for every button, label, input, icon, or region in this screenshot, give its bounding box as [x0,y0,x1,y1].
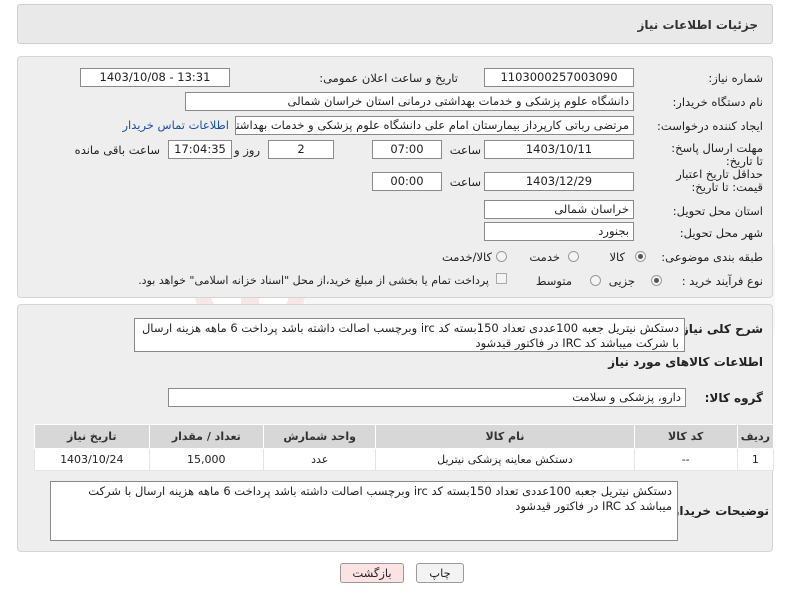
description-textarea: دستکش نیتریل جعبه 100عددی تعداد 150بسته … [134,318,685,352]
province-label: استان محل تحویل: [672,204,763,218]
process-radio-minor[interactable] [651,275,662,286]
col-quantity: تعداد / مقدار [148,424,265,449]
deadline-label: مهلت ارسال پاسخ: تا تاریخ: [671,141,763,168]
treasury-payment-checkbox[interactable] [496,273,507,284]
col-need-date: تاریخ نیاز [34,424,150,449]
cell-name: دستکش معاینه پزشکی نیتریل [375,448,635,471]
creator-label: ایجاد کننده درخواست: [657,119,763,133]
price-validity-label: حداقل تاریخ اعتبار قیمت: تا تاریخ: [676,167,763,194]
need-number-label: شماره نیاز: [708,71,763,85]
goods-group-label: گروه کالا: [704,391,763,405]
cell-code: -- [633,448,738,471]
back-button[interactable]: بازگشت [340,563,404,583]
process-option-minor: جزیی [608,274,635,288]
need-number-field: 1103000257003090 [484,68,634,87]
category-option-service: خدمت [529,250,560,264]
price-validity-date-field: 1403/12/29 [484,172,634,191]
category-radio-goods-service[interactable] [496,251,507,262]
page-title: جزئیات اطلاعات نیاز [637,18,758,32]
goods-table-header: ردیف کد کالا نام کالا واحد شمارش تعداد /… [34,424,775,449]
buyer-org-field: دانشگاه علوم پزشکی و خدمات بهداشتی درمان… [185,92,634,111]
creator-field: مرتضی رباتی کارپرداز بیمارستان امام علی … [235,116,634,135]
col-name: نام کالا [375,424,635,449]
buyer-notes-label: توضیحات خریدار: [667,504,769,518]
buyer-contact-link[interactable]: اطلاعات تماس خریدار [122,118,229,132]
process-label: نوع فرآیند خرید : [681,274,763,288]
price-validity-time-field: 00:00 [372,172,442,191]
buyer-org-label: نام دستگاه خریدار: [672,95,763,109]
cell-row: 1 [736,448,775,471]
category-radio-goods[interactable] [635,251,646,262]
province-field: خراسان شمالی [484,200,634,219]
table-row: 1 -- دستکش معاینه پزشکی نیتریل عدد 15,00… [34,448,775,471]
deadline-time-field: 07:00 [372,140,442,159]
description-label: شرح کلی نیاز: [677,322,763,336]
category-radio-service[interactable] [568,251,579,262]
goods-group-field: دارو، پزشکی و سلامت [168,388,686,407]
announce-date-label: تاریخ و ساعت اعلان عمومی: [319,71,458,85]
process-radio-medium[interactable] [590,275,601,286]
cell-need-date: 1403/10/24 [34,448,150,471]
col-row: ردیف [736,424,775,449]
time-remaining-field: 17:04:35 [168,140,232,159]
days-remaining-field: 2 [268,140,334,159]
category-option-goods-service: کالا/خدمت [441,250,492,264]
col-unit: واحد شمارش [263,424,377,449]
treasury-payment-note: پرداخت تمام یا بخشی از مبلغ خرید،از محل … [138,274,489,287]
goods-section-title: اطلاعات کالاهای مورد نیاز [608,355,763,369]
category-label: طبقه بندی موضوعی: [661,250,763,264]
deadline-time-label: ساعت [449,143,481,157]
cell-unit: عدد [263,448,377,471]
goods-table: ردیف کد کالا نام کالا واحد شمارش تعداد /… [34,424,775,471]
city-label: شهر محل تحویل: [679,226,763,240]
price-validity-time-label: ساعت [449,175,481,189]
deadline-date-field: 1403/10/11 [484,140,634,159]
print-button[interactable]: چاپ [416,563,464,583]
city-field: بجنورد [484,222,634,241]
page-header: جزئیات اطلاعات نیاز [17,4,773,44]
time-remaining-label: ساعت باقی مانده [74,143,160,157]
cell-quantity: 15,000 [148,448,265,471]
process-option-medium: متوسط [535,274,572,288]
days-label: روز و [234,143,260,157]
col-code: کد کالا [633,424,738,449]
category-option-goods: کالا [609,250,625,264]
buyer-notes-textarea: دستکش نیتریل جعبه 100عددی تعداد 150بسته … [50,481,678,541]
announce-date-field: 1403/10/08 - 13:31 [80,68,230,87]
